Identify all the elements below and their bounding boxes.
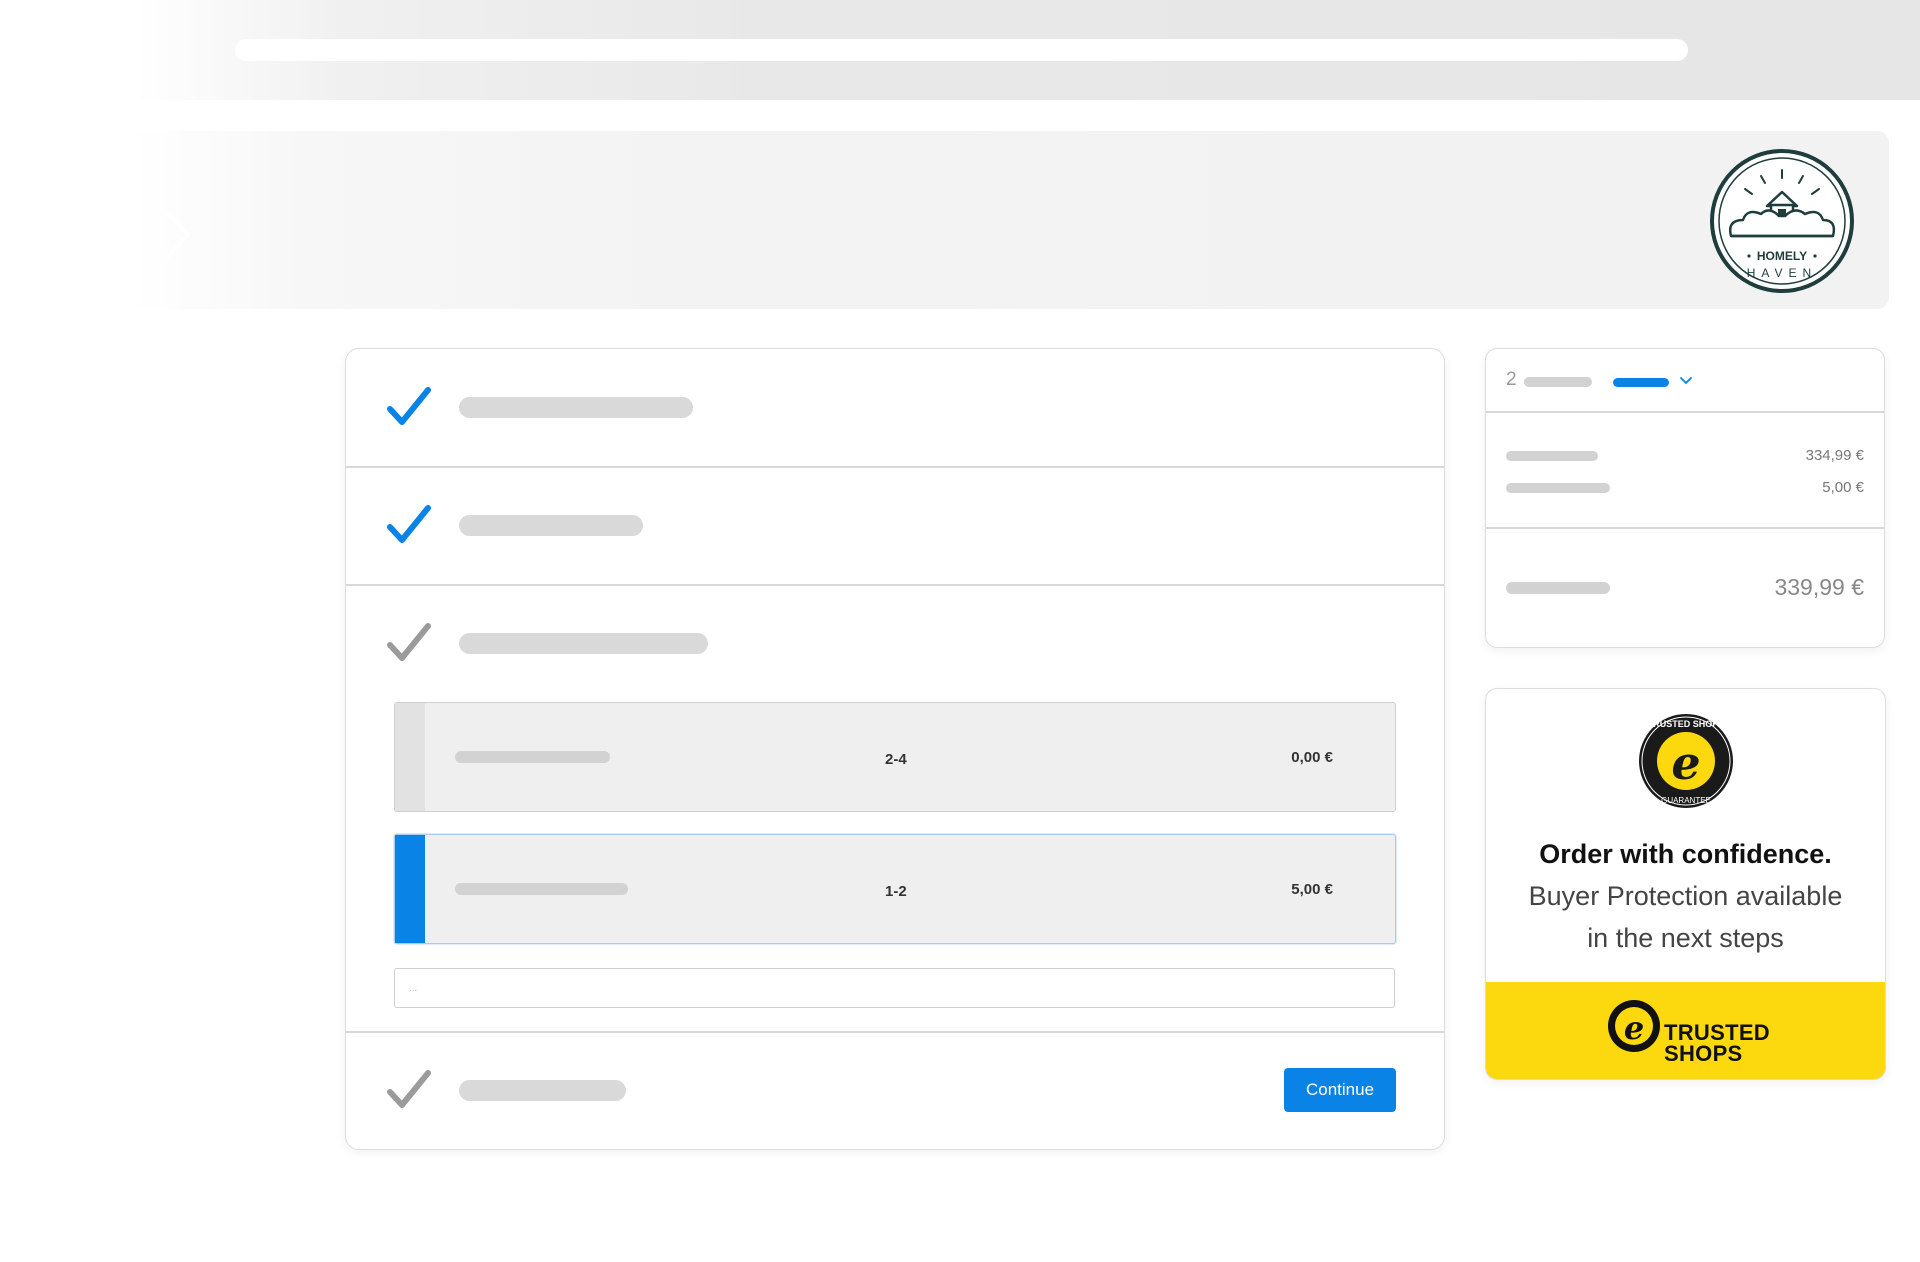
browser-toolbar (0, 0, 1920, 100)
checkmark-icon (387, 1070, 431, 1108)
trusted-title: Order with confidence. (1539, 839, 1832, 869)
checkout-step-2[interactable] (346, 467, 1444, 585)
delivery-range: 1-2 (885, 883, 907, 900)
shop-header (0, 131, 1889, 309)
summary-divider (1486, 527, 1884, 529)
svg-text:HAVEN: HAVEN (1747, 266, 1817, 280)
svg-text:HOMELY: HOMELY (1757, 249, 1807, 263)
step-title-placeholder (459, 515, 643, 536)
order-summary: 2 334,99 € 5,00 € 339,99 € (1485, 348, 1885, 648)
option-radio-stripe (395, 703, 425, 811)
option-label-placeholder (455, 751, 610, 763)
checkmark-icon (387, 387, 431, 425)
shipping-label-placeholder (1506, 483, 1610, 493)
checkout-step-1[interactable] (346, 349, 1444, 467)
total-label-placeholder (1506, 582, 1610, 594)
svg-text:TRUSTED SHOPS: TRUSTED SHOPS (1648, 719, 1725, 729)
delivery-range: 2-4 (885, 751, 907, 768)
svg-text:e: e (1671, 736, 1700, 790)
step-divider (346, 584, 1444, 586)
continue-button[interactable]: Continue (1284, 1068, 1396, 1112)
note-input[interactable] (394, 968, 1395, 1008)
shipping-option-selected[interactable]: 1-2 5,00 € (394, 834, 1396, 944)
trusted-subtitle: in the next steps (1587, 923, 1784, 953)
svg-text:GUARANTEE: GUARANTEE (1661, 796, 1711, 805)
trusted-shops-wordmark: TRUSTED SHOPS (1664, 1020, 1770, 1066)
show-items-toggle[interactable] (1613, 378, 1669, 387)
option-price: 0,00 € (1291, 749, 1333, 766)
checkout-panel: 2-4 0,00 € 1-2 5,00 € Continue (345, 348, 1445, 1150)
trusted-subtitle: Buyer Protection available (1528, 881, 1843, 911)
option-price: 5,00 € (1291, 881, 1333, 898)
trusted-shops-logo-icon: e (1608, 1000, 1660, 1052)
shipping-value: 5,00 € (1822, 479, 1864, 496)
wordmark-line: TRUSTED (1664, 1020, 1770, 1045)
subtotal-label-placeholder (1506, 451, 1598, 461)
step-title-placeholder (459, 633, 708, 654)
option-radio-stripe (395, 835, 425, 943)
option-label-placeholder (455, 883, 628, 895)
chevron-down-icon[interactable] (1679, 375, 1693, 387)
shop-logo: HOMELY HAVEN (1710, 149, 1854, 293)
address-bar[interactable] (235, 39, 1688, 61)
checkout-step-4 (346, 1032, 1444, 1150)
trusted-shops-seal-icon: e TRUSTED SHOPS GUARANTEE (1639, 714, 1733, 808)
svg-text:e: e (1624, 1009, 1644, 1047)
shipping-option[interactable]: 2-4 0,00 € (394, 702, 1396, 812)
order-total: 339,99 € (1774, 574, 1864, 600)
trusted-shops-footer[interactable]: e TRUSTED SHOPS (1486, 982, 1885, 1079)
checkmark-icon (387, 623, 431, 661)
item-count: 2 (1506, 369, 1517, 390)
summary-label-placeholder (1524, 377, 1592, 387)
summary-divider (1486, 411, 1884, 413)
trusted-shops-badge: e TRUSTED SHOPS GUARANTEE Order with con… (1485, 688, 1886, 1080)
checkmark-icon (387, 505, 431, 543)
step-title-placeholder (459, 1080, 626, 1101)
wordmark-line: SHOPS (1664, 1041, 1743, 1066)
chevron-right-icon (166, 212, 190, 258)
subtotal-value: 334,99 € (1805, 447, 1864, 464)
step-title-placeholder (459, 397, 693, 418)
